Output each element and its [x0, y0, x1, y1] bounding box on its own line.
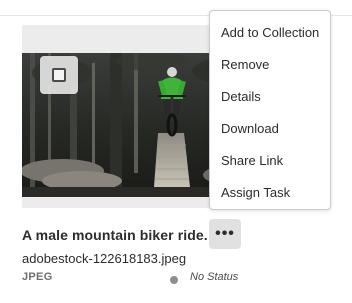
- checkbox-icon: [52, 68, 66, 82]
- select-checkbox[interactable]: [40, 56, 78, 94]
- status-dot-icon: [170, 276, 178, 284]
- menu-item-share-link[interactable]: Share Link: [210, 145, 330, 177]
- more-actions-button[interactable]: •••: [209, 219, 241, 249]
- asset-title[interactable]: A male mountain biker ride...: [22, 227, 207, 243]
- menu-item-assign-task[interactable]: Assign Task: [210, 177, 330, 209]
- asset-filetype: JPEG: [22, 271, 53, 283]
- ellipsis-icon: •••: [215, 225, 235, 242]
- menu-item-add-to-collection[interactable]: Add to Collection: [210, 17, 330, 49]
- context-menu: Add to Collection Remove Details Downloa…: [209, 10, 331, 210]
- asset-status: No Status: [190, 271, 239, 283]
- menu-item-download[interactable]: Download: [210, 113, 330, 145]
- menu-item-remove[interactable]: Remove: [210, 49, 330, 81]
- asset-filename: adobestock-122618183.jpeg: [22, 251, 187, 266]
- menu-item-details[interactable]: Details: [210, 81, 330, 113]
